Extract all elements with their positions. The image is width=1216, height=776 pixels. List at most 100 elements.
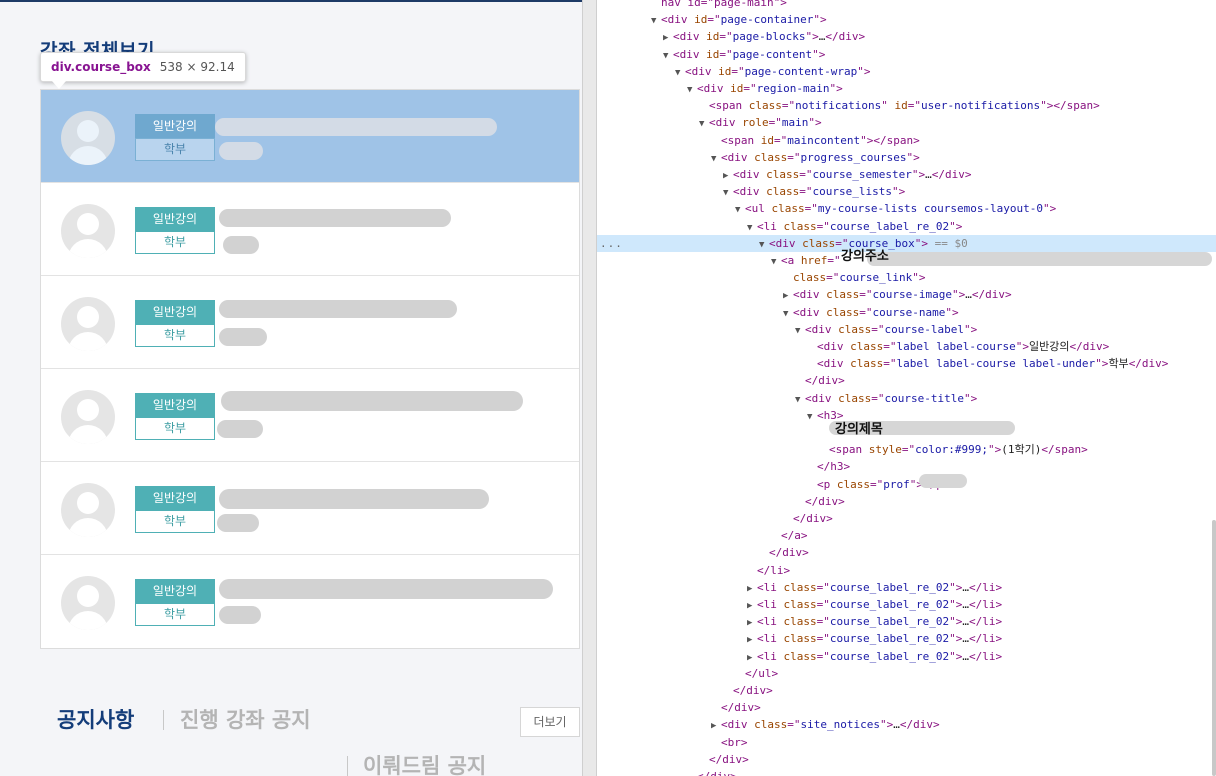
code-token: =" (826, 271, 840, 285)
code-token: "> (906, 150, 920, 164)
code-token: <div (721, 718, 755, 732)
code-token: "></span> (860, 133, 920, 147)
dom-node[interactable]: </div> (597, 544, 1216, 561)
dom-node[interactable]: ▼ <div class="course-label"> (597, 321, 1216, 338)
code-token: nav id="page-main"> (661, 0, 787, 9)
code-token: <h3> (817, 408, 844, 422)
code-token: notifications (795, 99, 882, 113)
code-token: "> (1095, 357, 1109, 371)
course-box[interactable]: 일반강의 학부 (41, 276, 579, 369)
code-token: page-container (720, 13, 814, 27)
code-token: label label-course (896, 340, 1016, 353)
course-box[interactable]: 일반강의 학부 (41, 90, 579, 183)
dom-node[interactable]: class="course_link"> (597, 269, 1216, 286)
dom-node[interactable]: <span class="notifications" id="user-not… (597, 97, 1216, 114)
tab-irwodream-notices[interactable]: 이뤄드림 공지 (363, 750, 486, 776)
code-token: <div (673, 47, 707, 61)
dom-node[interactable]: ▶ <li class="course_label_re_02">…</li> (597, 630, 1216, 647)
panel-splitter[interactable] (582, 0, 597, 776)
dom-node[interactable]: <span style="color:#999;">(1학기)</span> (597, 441, 1216, 458)
dom-node[interactable]: <div class="label label-course label-und… (597, 355, 1216, 372)
code-token: … (962, 580, 969, 594)
course-box[interactable]: 일반강의 학부 (41, 369, 579, 462)
dom-node[interactable]: </div> (597, 751, 1216, 768)
code-token: … (962, 615, 969, 629)
label-under: 학부 (135, 324, 215, 347)
redacted-prof (217, 514, 259, 532)
dom-node[interactable]: ▼ <ul class="my-course-lists coursemos-la… (597, 200, 1216, 217)
dom-node-selected[interactable]: ... ▼ <div class="course_box"> == $0 (597, 234, 1216, 252)
dom-node[interactable]: <span id="maincontent"></span> (597, 132, 1216, 149)
code-token: … (893, 718, 900, 732)
code-token: </div> (769, 546, 809, 560)
code-token: course_label_re_02 (829, 649, 950, 663)
more-dots-icon[interactable]: ... (600, 235, 623, 252)
dom-node[interactable]: ▶ <li class="course_label_re_02">…</li> (597, 648, 1216, 665)
dom-node[interactable]: </div> (597, 372, 1216, 389)
dom-node[interactable]: <div class="label label-course">일반강의</di… (597, 338, 1216, 355)
avatar (61, 111, 115, 165)
avatar (61, 390, 115, 444)
dom-node[interactable]: ▼ <div class="progress_courses"> (597, 149, 1216, 166)
redacted-title (219, 300, 457, 318)
dom-node[interactable]: </h3> (597, 458, 1216, 475)
code-token: class (783, 219, 817, 233)
dom-node[interactable]: ▼ <div id="page-content"> (597, 46, 1216, 63)
code-token: id (894, 99, 908, 113)
code-token: =" (799, 185, 813, 199)
code-token: <li (757, 580, 784, 594)
dom-node[interactable]: ▶ <div class="course-image">…</div> (597, 286, 1216, 303)
dom-node[interactable]: </div> (597, 682, 1216, 699)
dom-node[interactable]: </li> (597, 562, 1216, 579)
code-token: id (760, 133, 774, 147)
dom-node[interactable]: ▼ <div id="page-content-wrap"> (597, 63, 1216, 80)
dom-node[interactable]: ▼ <div class="course-title"> (597, 390, 1216, 407)
code-token: class (783, 615, 817, 629)
dom-node[interactable]: ▶ <li class="course_label_re_02">…</li> (597, 579, 1216, 596)
dom-node[interactable]: ▶ <div class="course_semester">…</div> (597, 166, 1216, 183)
code-token: class (766, 185, 800, 199)
redacted-title (219, 489, 489, 509)
code-token: </h3> (817, 460, 851, 474)
code-token: "> (914, 236, 928, 250)
dom-node[interactable]: ▶ <li class="course_label_re_02">…</li> (597, 613, 1216, 630)
course-box[interactable]: 일반강의 학부 (41, 555, 579, 648)
dom-node[interactable]: ▼ <div id="page-container"> (597, 11, 1216, 28)
tab-separator (347, 756, 348, 776)
dom-node[interactable]: ▼ <div id="region-main"> (597, 80, 1216, 97)
code-token: page-blocks (732, 30, 806, 44)
dom-node[interactable]: <p class="prof"> /p> (597, 476, 1216, 493)
code-token: class (850, 357, 884, 371)
redacted-prof (219, 328, 267, 346)
dom-node[interactable]: <br> (597, 734, 1216, 751)
course-box[interactable]: 일반강의 학부 (41, 183, 579, 276)
tab-progress-notices[interactable]: 진행 강좌 공지 (180, 704, 311, 734)
notice-title[interactable]: 공지사항 (57, 704, 134, 734)
code-token: =" (816, 632, 830, 646)
dom-node[interactable]: </div> (597, 510, 1216, 527)
dom-node[interactable]: ▶ <div id="page-blocks">…</div> (597, 28, 1216, 45)
dom-node[interactable]: ▶ <li class="course_label_re_02">…</li> (597, 596, 1216, 613)
dom-node[interactable]: </div> (597, 699, 1216, 716)
dom-node[interactable]: </ul> (597, 665, 1216, 682)
dom-node[interactable]: nav id="page-main"> (597, 0, 1216, 11)
code-token: page-content-wrap (744, 64, 858, 78)
dom-node[interactable]: ▼ <div class="course_lists"> (597, 183, 1216, 200)
dom-node[interactable]: ▶ <div class="site_notices">…</div> (597, 716, 1216, 733)
code-token: =" (731, 64, 745, 78)
tab-separator (163, 710, 164, 730)
dom-node[interactable]: </div> (597, 493, 1216, 510)
dom-node[interactable]: ▼ <li class="course_label_re_02"> (597, 218, 1216, 235)
dom-node[interactable]: ▼ <div class="course-name"> (597, 304, 1216, 321)
more-button[interactable]: 더보기 (520, 707, 580, 737)
code-token: class (748, 99, 782, 113)
devtools-scrollbar[interactable] (1212, 520, 1216, 776)
dom-node[interactable]: </div> (597, 768, 1216, 776)
code-token: … (925, 168, 932, 181)
code-token: <br> (721, 735, 748, 749)
dom-node[interactable]: </a> (597, 527, 1216, 544)
course-box[interactable]: 일반강의 학부 (41, 462, 579, 555)
dom-node[interactable]: ▼ <div role="main"> (597, 114, 1216, 131)
code-token: class (783, 632, 817, 646)
label-course: 일반강의 (135, 393, 215, 417)
